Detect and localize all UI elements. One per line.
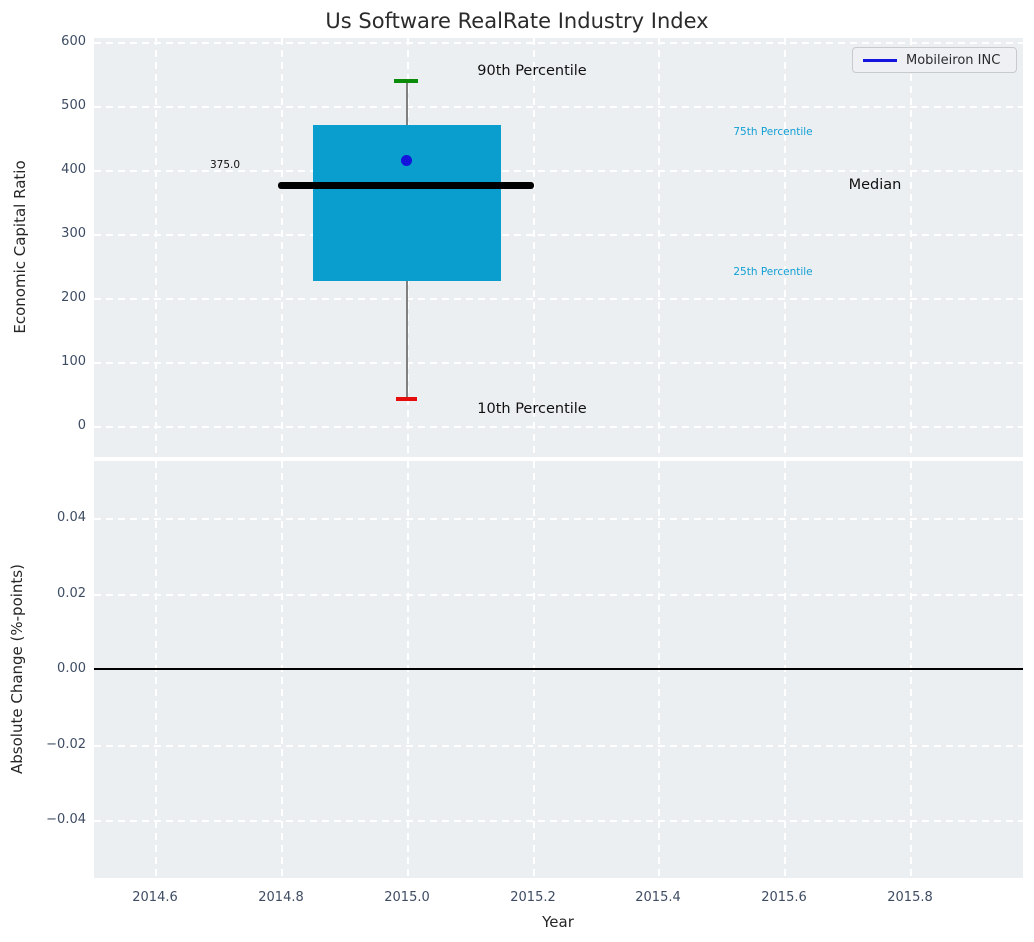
- annotation-10th-percentile: 10th Percentile: [477, 401, 587, 417]
- ytick-top: 400: [61, 162, 86, 177]
- xtick: 2015.8: [887, 890, 933, 905]
- gridline: [94, 362, 1023, 364]
- zero-reference-line: [94, 668, 1023, 670]
- 90th-percentile-cap: [394, 79, 418, 83]
- ytick-top: 100: [61, 354, 86, 369]
- gridline: [784, 38, 786, 457]
- ytick-top: 200: [61, 290, 86, 305]
- xtick: 2015.0: [384, 890, 430, 905]
- gridline: [94, 518, 1023, 520]
- median-line: [278, 182, 534, 189]
- legend-line-sample: [863, 58, 897, 62]
- gridline: [94, 42, 1023, 44]
- chart-title: Us Software RealRate Industry Index: [325, 9, 709, 33]
- annotation-75th-percentile: 75th Percentile: [733, 126, 813, 138]
- gridline: [94, 298, 1023, 300]
- gridline: [94, 745, 1023, 747]
- ytick-bottom: 0.00: [57, 661, 86, 676]
- top-y-axis-label: Economic Capital Ratio: [11, 160, 29, 334]
- ytick-top: 500: [61, 98, 86, 113]
- bottom-y-axis-label: Absolute Change (%-points): [8, 564, 26, 774]
- legend: Mobileiron INC: [852, 47, 1017, 73]
- ytick-bottom: −0.04: [46, 812, 86, 827]
- xtick: 2014.8: [258, 890, 304, 905]
- gridline: [658, 38, 660, 457]
- figure: Us Software RealRate Industry Index 90th…: [0, 0, 1034, 942]
- annotation-25th-percentile: 25th Percentile: [733, 266, 813, 278]
- interquartile-box: [313, 125, 501, 281]
- ytick-top: 0: [77, 418, 86, 433]
- x-axis-label: Year: [542, 913, 574, 931]
- gridline: [94, 594, 1023, 596]
- ytick-bottom: 0.02: [57, 586, 86, 601]
- xtick: 2015.2: [510, 890, 556, 905]
- ytick-bottom: 0.04: [57, 510, 86, 525]
- gridline: [533, 38, 535, 457]
- annotation-median: Median: [848, 177, 902, 193]
- annotation-median-value: 375.0: [209, 159, 241, 171]
- gridline: [94, 106, 1023, 108]
- xtick: 2015.4: [635, 890, 681, 905]
- company-data-point: [401, 155, 412, 166]
- ytick-top: 300: [61, 226, 86, 241]
- gridline: [155, 38, 157, 457]
- 10th-percentile-cap: [396, 397, 417, 401]
- gridline: [94, 426, 1023, 428]
- annotation-90th-percentile: 90th Percentile: [477, 63, 587, 79]
- ytick-bottom: −0.02: [46, 737, 86, 752]
- gridline: [94, 234, 1023, 236]
- bottom-plot-area: [94, 461, 1023, 878]
- legend-label: Mobileiron INC: [906, 52, 1001, 68]
- gridline: [281, 38, 283, 457]
- gridline: [910, 38, 912, 457]
- ytick-top: 600: [61, 34, 86, 49]
- xtick: 2014.6: [132, 890, 178, 905]
- gridline: [94, 820, 1023, 822]
- top-plot-area: 90th Percentile 75th Percentile Median 3…: [94, 38, 1023, 457]
- xtick: 2015.6: [761, 890, 807, 905]
